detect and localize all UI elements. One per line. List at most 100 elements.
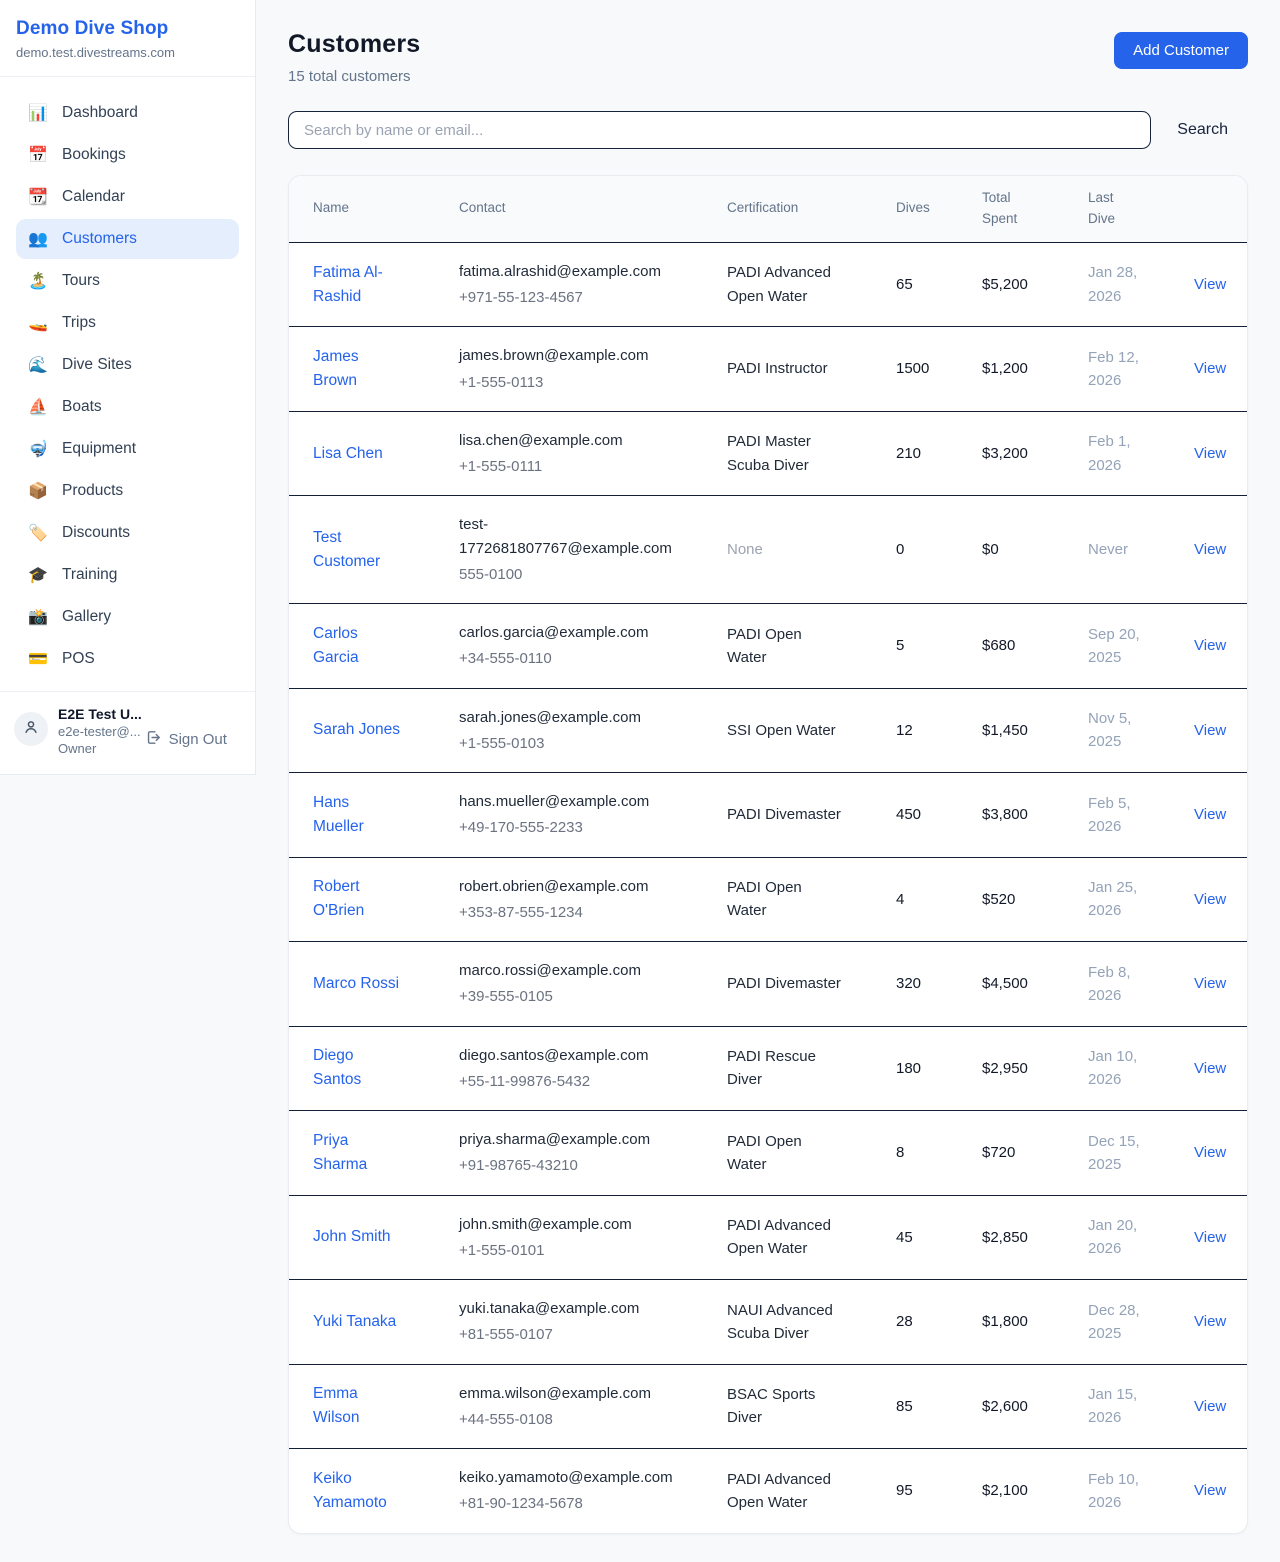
customer-name-link[interactable]: Hans Mueller <box>313 791 401 839</box>
table-row: Diego Santosdiego.santos@example.com+55-… <box>289 1026 1248 1111</box>
view-link[interactable]: View <box>1194 975 1226 992</box>
dives-cell: 4 <box>872 857 958 942</box>
sidebar-item-tours[interactable]: 🏝️Tours <box>16 261 239 301</box>
search-button[interactable]: Search <box>1153 113 1248 147</box>
customer-name-link[interactable]: Test Customer <box>313 526 401 574</box>
customer-name-link[interactable]: James Brown <box>313 345 401 393</box>
customer-email: priya.sharma@example.com <box>459 1128 693 1151</box>
certification-cell: PADI Open Water <box>703 1111 872 1196</box>
column-header-certification: Certification <box>703 176 872 242</box>
customer-phone: 555-0100 <box>459 563 693 586</box>
certification-cell: PADI Divemaster <box>703 942 872 1027</box>
table-row: Emma Wilsonemma.wilson@example.com+44-55… <box>289 1364 1248 1449</box>
sidebar-item-label: Equipment <box>62 440 136 458</box>
view-link[interactable]: View <box>1194 891 1226 908</box>
sidebar-item-trips[interactable]: 🚤Trips <box>16 303 239 343</box>
last-dive-value: Jan 15, 2026 <box>1088 1383 1150 1430</box>
sidebar-item-training[interactable]: 🎓Training <box>16 555 239 595</box>
view-link[interactable]: View <box>1194 541 1226 558</box>
view-link[interactable]: View <box>1194 722 1226 739</box>
customer-name-cell: Yuki Tanaka <box>289 1280 435 1365</box>
view-link[interactable]: View <box>1194 1398 1226 1415</box>
sidebar-item-label: Trips <box>62 314 96 332</box>
sidebar-item-label: Dashboard <box>62 104 138 122</box>
column-header-last-dive: Last Dive <box>1064 176 1170 242</box>
last-dive-value: Nov 5, 2025 <box>1088 707 1150 754</box>
sidebar-item-calendar[interactable]: 📆Calendar <box>16 177 239 217</box>
view-link[interactable]: View <box>1194 276 1226 293</box>
people-icon: 👥 <box>28 229 48 249</box>
customer-name-cell: Keiko Yamamoto <box>289 1449 435 1533</box>
customer-name-link[interactable]: Priya Sharma <box>313 1129 401 1177</box>
customer-phone: +34-555-0110 <box>459 647 693 670</box>
certification-value: PADI Divemaster <box>727 972 841 995</box>
person-icon <box>22 718 40 741</box>
customer-name-link[interactable]: John Smith <box>313 1225 391 1249</box>
dives-cell: 95 <box>872 1449 958 1533</box>
customer-name-link[interactable]: Sarah Jones <box>313 718 400 742</box>
search-input[interactable] <box>288 111 1151 149</box>
last-dive-value: Feb 5, 2026 <box>1088 792 1150 839</box>
total-spent-cell: $3,800 <box>958 773 1064 858</box>
customer-name-link[interactable]: Emma Wilson <box>313 1382 401 1430</box>
customer-name-link[interactable]: Yuki Tanaka <box>313 1310 396 1334</box>
bar-chart-icon: 📊 <box>28 103 48 123</box>
customer-name-link[interactable]: Keiko Yamamoto <box>313 1467 401 1515</box>
calendar-date-icon: 📅 <box>28 145 48 165</box>
certification-cell: NAUI Advanced Scuba Diver <box>703 1280 872 1365</box>
view-link[interactable]: View <box>1194 445 1226 462</box>
customer-name-link[interactable]: Fatima Al-Rashid <box>313 261 401 309</box>
total-spent-cell: $1,450 <box>958 688 1064 773</box>
total-spent-cell: $2,600 <box>958 1364 1064 1449</box>
user-email: e2e-tester@... <box>58 724 141 739</box>
customer-email: carlos.garcia@example.com <box>459 621 693 644</box>
view-link[interactable]: View <box>1194 1060 1226 1077</box>
view-link[interactable]: View <box>1194 1144 1226 1161</box>
sidebar-item-pos[interactable]: 💳 POS <box>16 639 239 679</box>
table-row: Priya Sharma priya.sharma@example.com+91-… <box>289 1111 1248 1196</box>
view-link[interactable]: View <box>1194 806 1226 823</box>
sign-out-button[interactable]: Sign Out <box>145 729 227 750</box>
view-link[interactable]: View <box>1194 637 1226 654</box>
sidebar-item-dive-sites[interactable]: 🌊Dive Sites <box>16 345 239 385</box>
customer-phone: +1-555-0101 <box>459 1239 693 1262</box>
customer-name-link[interactable]: Marco Rossi <box>313 972 399 996</box>
shop-name: Demo Dive Shop <box>16 18 239 40</box>
certification-cell: PADI Advanced Open Water <box>703 1449 872 1533</box>
sidebar-item-customers[interactable]: 👥Customers <box>16 219 239 259</box>
dives-cell: 65 <box>872 242 958 327</box>
view-link[interactable]: View <box>1194 1313 1226 1330</box>
contact-cell: marco.rossi@example.com+39-555-0105 <box>435 942 703 1027</box>
user-role: Owner <box>58 741 141 756</box>
credit-card-icon: 💳 <box>28 649 48 669</box>
actions-cell: View <box>1170 1364 1248 1449</box>
table-row: John Smithjohn.smith@example.com+1-555-0… <box>289 1195 1248 1280</box>
contact-cell: keiko.yamamoto@example.com+81-90-1234-56… <box>435 1449 703 1533</box>
sidebar-item-gallery[interactable]: 📸Gallery <box>16 597 239 637</box>
add-customer-button[interactable]: Add Customer <box>1114 32 1248 69</box>
customer-name-link[interactable]: Lisa Chen <box>313 442 383 466</box>
contact-cell: priya.sharma@example.com+91-98765-43210 <box>435 1111 703 1196</box>
dives-cell: 450 <box>872 773 958 858</box>
total-spent-cell: $2,100 <box>958 1449 1064 1533</box>
sidebar-item-discounts[interactable]: 🏷️Discounts <box>16 513 239 553</box>
customer-name-link[interactable]: Carlos Garcia <box>313 622 401 670</box>
sidebar-item-dashboard[interactable]: 📊 Dashboard <box>16 93 239 133</box>
total-spent-cell: $3,200 <box>958 411 1064 496</box>
diving-mask-icon: 🤿 <box>28 439 48 459</box>
sidebar-item-label: POS <box>62 650 95 668</box>
sidebar-item-equipment[interactable]: 🤿 Equipment <box>16 429 239 469</box>
customer-name-link[interactable]: Diego Santos <box>313 1044 401 1092</box>
sidebar-item-label: Calendar <box>62 188 125 206</box>
sidebar-item-products[interactable]: 📦Products <box>16 471 239 511</box>
view-link[interactable]: View <box>1194 1229 1226 1246</box>
customer-name-link[interactable]: Robert O'Brien <box>313 875 401 923</box>
sidebar-item-boats[interactable]: ⛵Boats <box>16 387 239 427</box>
sidebar-item-bookings[interactable]: 📅Bookings <box>16 135 239 175</box>
certification-value: PADI Open Water <box>727 623 845 670</box>
sidebar-item-label: Boats <box>62 398 102 416</box>
view-link[interactable]: View <box>1194 360 1226 377</box>
sidebar-item-label: Tours <box>62 272 100 290</box>
contact-cell: robert.obrien@example.com+353-87-555-123… <box>435 857 703 942</box>
certification-value: PADI Open Water <box>727 876 845 923</box>
